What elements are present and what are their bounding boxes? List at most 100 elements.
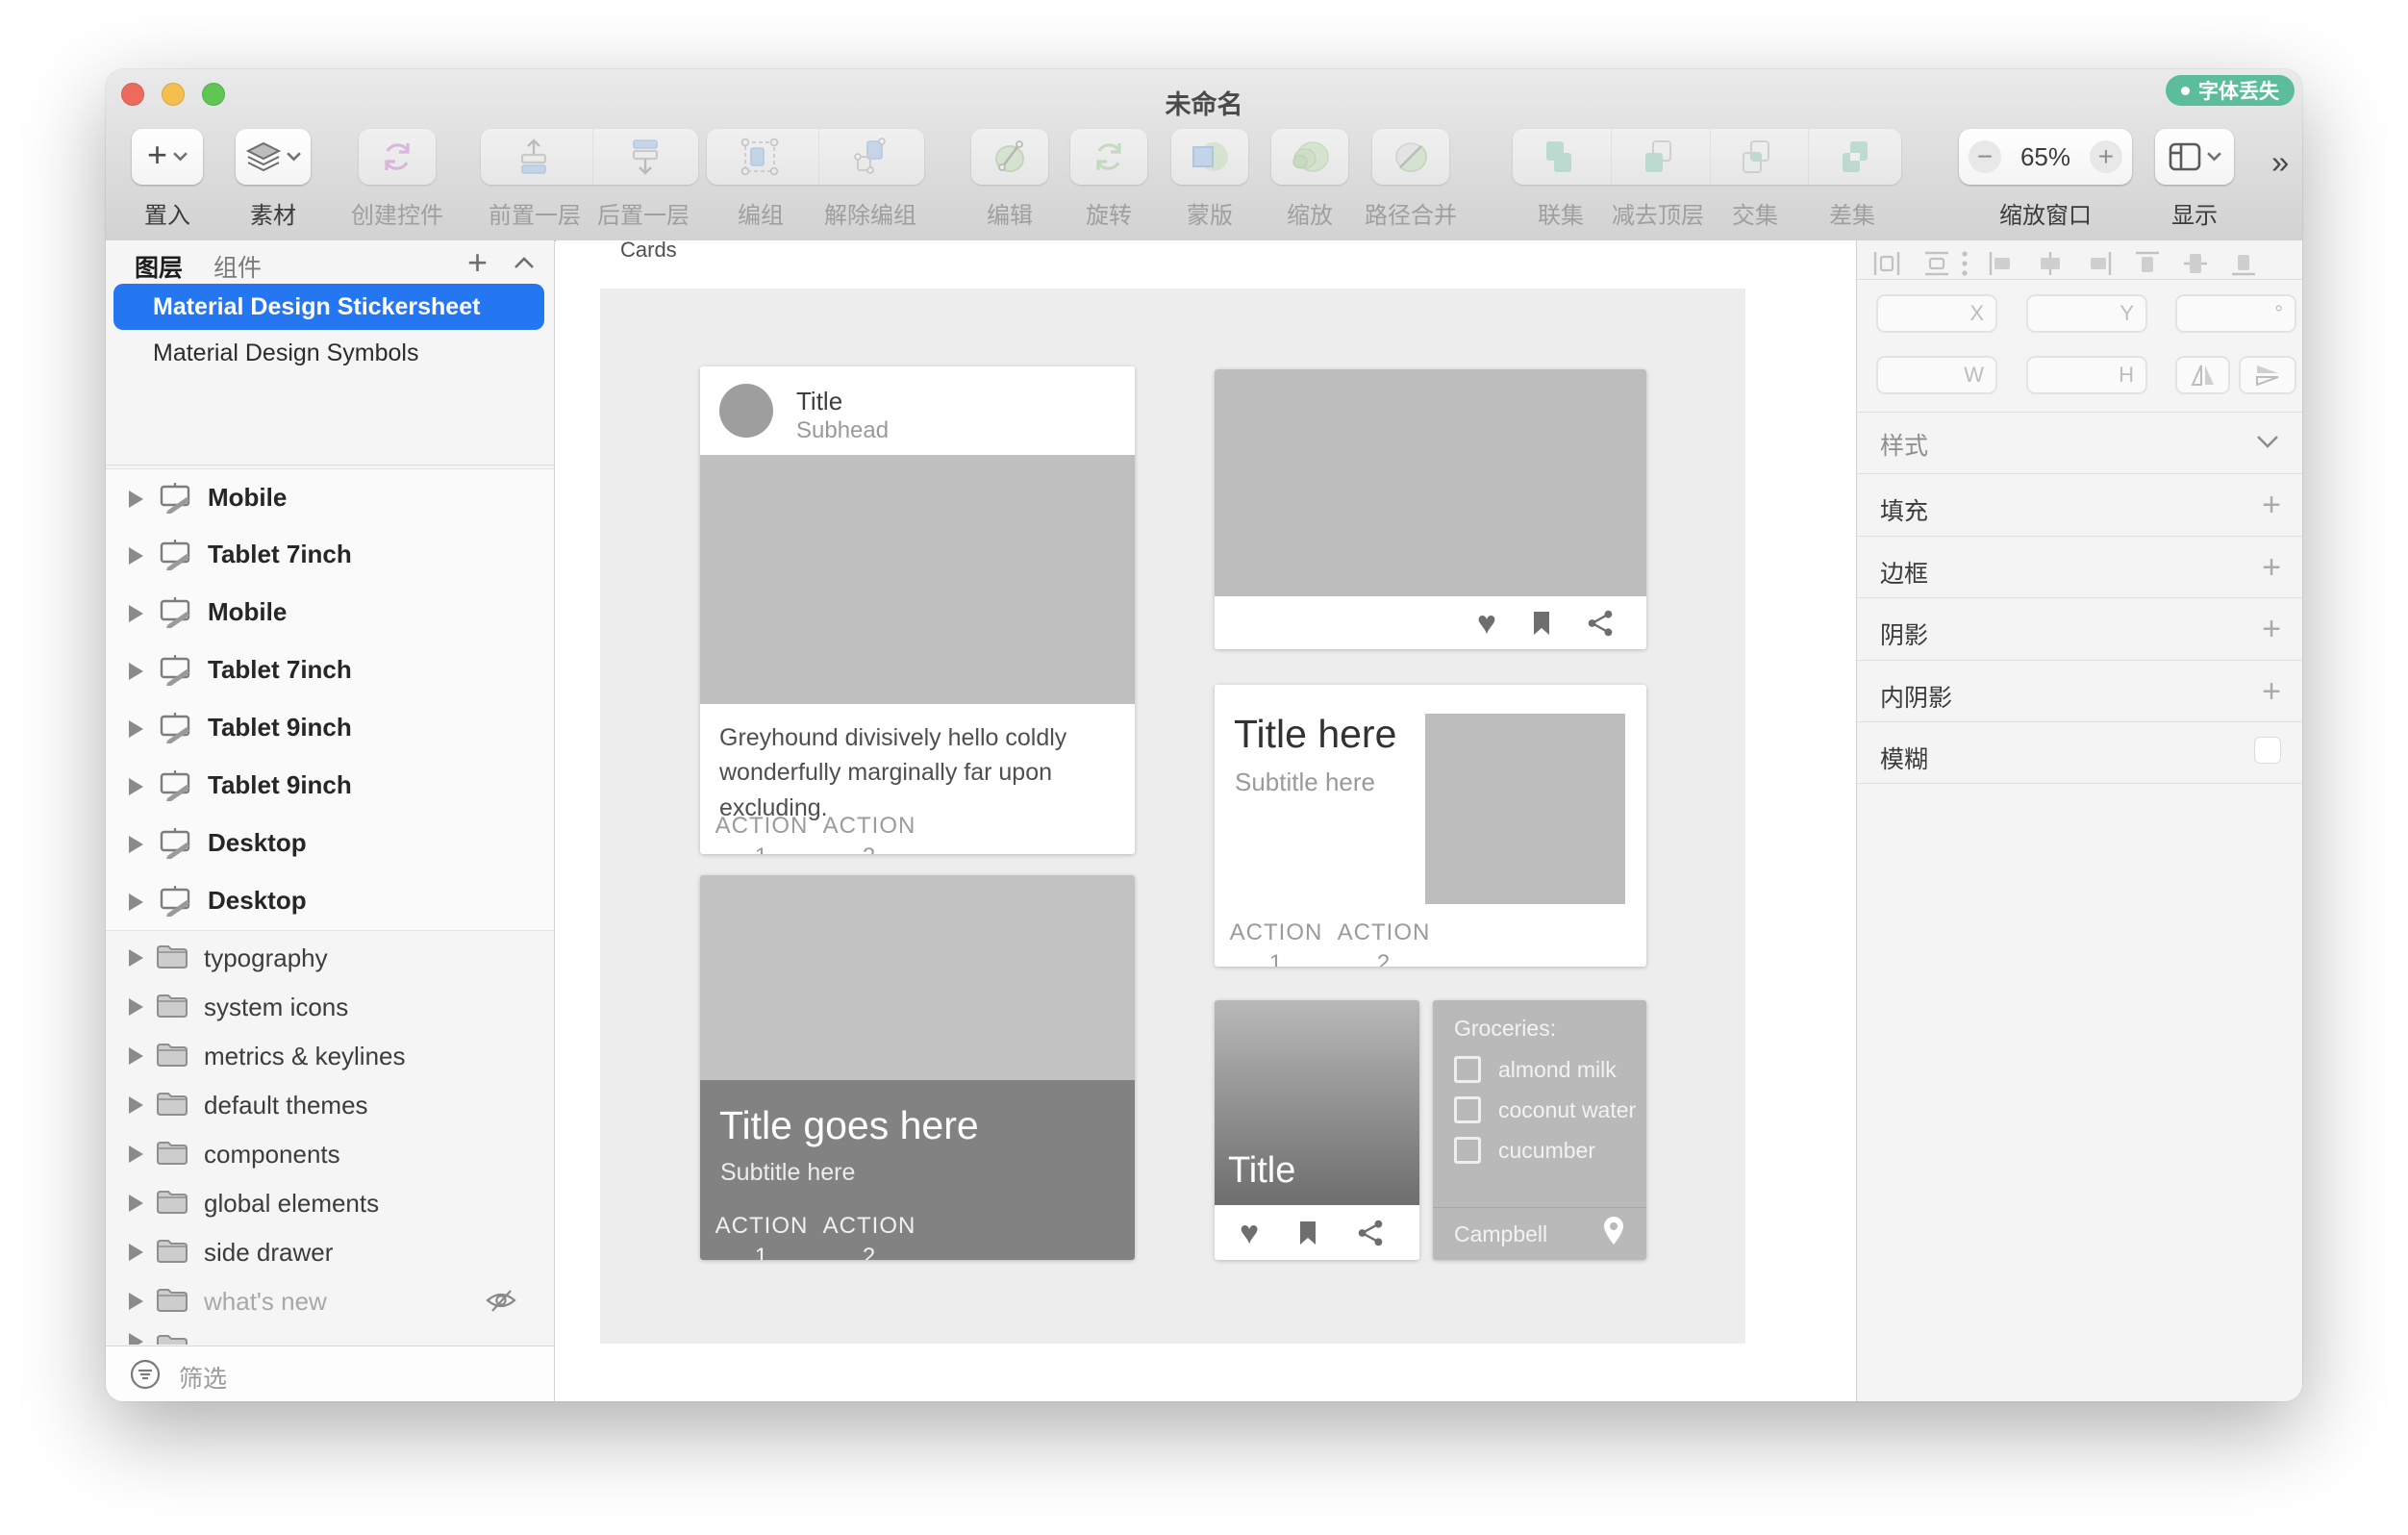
layer-row-folder[interactable]: system icons (106, 982, 554, 1031)
card-title-image[interactable]: Title here Subtitle here ACTION 1 ACTION… (1215, 685, 1646, 967)
bring-forward-button[interactable] (481, 129, 587, 185)
insert-button[interactable]: + (132, 129, 203, 185)
page-item-selected[interactable]: Material Design Stickersheet (113, 284, 544, 330)
align-right-icon[interactable] (2084, 250, 2113, 277)
zoom-level[interactable]: 65% (2020, 142, 2070, 172)
rotation-field[interactable]: ° (2175, 294, 2296, 333)
union-button[interactable] (1513, 129, 1605, 185)
disclosure-triangle-icon[interactable] (129, 778, 143, 795)
disclosure-triangle-icon[interactable] (129, 836, 143, 853)
layer-row-artboard[interactable]: Desktop (106, 872, 554, 931)
layer-row-folder[interactable]: default themes (106, 1080, 554, 1129)
view-button[interactable] (2155, 129, 2234, 185)
disclosure-triangle-icon[interactable] (129, 547, 143, 565)
width-field[interactable]: W (1876, 356, 1997, 394)
edit-button[interactable] (971, 129, 1048, 185)
layer-row-artboard[interactable]: Tablet 9inch (106, 757, 554, 816)
rotate-button[interactable] (1070, 129, 1147, 185)
distribute-vertical-icon[interactable] (1922, 250, 1951, 277)
distribute-horizontal-icon[interactable] (1872, 250, 1901, 277)
intersect-button[interactable] (1709, 129, 1803, 185)
layer-row-folder[interactable]: global elements (106, 1178, 554, 1227)
layer-row-artboard[interactable]: Tablet 7inch (106, 642, 554, 700)
layer-row-folder[interactable]: side drawer (106, 1227, 554, 1276)
align-bottom-icon[interactable] (2230, 250, 2257, 277)
add-shadow-button[interactable]: + (2262, 613, 2281, 645)
zoom-out-button[interactable]: − (1969, 140, 2001, 173)
layer-row-artboard[interactable]: Mobile (106, 584, 554, 642)
subtract-button[interactable] (1610, 129, 1704, 185)
more-options-icon[interactable] (1961, 250, 1969, 277)
disclosure-triangle-icon[interactable] (129, 998, 143, 1016)
flatten-paths-button[interactable] (1372, 129, 1449, 185)
tab-components[interactable]: 组件 (213, 249, 262, 284)
align-left-icon[interactable] (1988, 250, 2017, 277)
layer-row-artboard[interactable]: Mobile (106, 468, 554, 528)
collapse-pages-icon[interactable] (514, 256, 535, 269)
disclosure-triangle-icon[interactable] (129, 1096, 143, 1114)
flip-vertical-button[interactable] (2239, 356, 2296, 394)
disclosure-triangle-icon[interactable] (129, 491, 143, 508)
layer-label: Tablet 7inch (208, 540, 352, 568)
blur-checkbox[interactable] (2254, 737, 2281, 764)
layer-row-artboard[interactable]: Desktop (106, 815, 554, 873)
disclosure-triangle-icon[interactable] (129, 720, 143, 738)
add-fill-button[interactable]: + (2262, 489, 2281, 521)
group-button[interactable] (707, 129, 813, 185)
tab-layers[interactable]: 图层 (135, 249, 183, 284)
x-field[interactable]: X (1876, 294, 1997, 333)
disclosure-triangle-icon[interactable] (129, 893, 143, 911)
disclosure-triangle-icon[interactable] (129, 663, 143, 680)
disclosure-triangle-icon[interactable] (129, 1195, 143, 1212)
toolbar-overflow-button[interactable]: » (2271, 144, 2289, 181)
ungroup-button[interactable] (817, 129, 925, 185)
window-chrome: 未命名 字体丢失 + − 65% + » 置入 素材 创建控件 前置一层 后置一… (106, 69, 2302, 241)
add-page-button[interactable]: + (467, 242, 488, 283)
badge-dot-icon (2181, 86, 2190, 95)
layer-row-artboard[interactable]: Tablet 7inch (106, 526, 554, 585)
flip-horizontal-button[interactable] (2175, 356, 2230, 394)
layer-row-folder[interactable]: typography (106, 933, 554, 982)
disclosure-triangle-icon[interactable] (129, 1145, 143, 1163)
card-media-placeholder (1425, 714, 1625, 904)
scale-button[interactable] (1271, 129, 1348, 185)
card-media-text[interactable]: Title Subhead Greyhound divisively hello… (700, 366, 1135, 854)
eye-hidden-icon[interactable] (485, 1288, 517, 1314)
layer-row-folder[interactable]: metrics & keylines (106, 1031, 554, 1080)
disclosure-triangle-icon[interactable] (129, 1244, 143, 1261)
difference-button[interactable] (1808, 129, 1901, 185)
create-symbol-button[interactable] (359, 129, 436, 185)
card-dark-overlay[interactable]: Title goes here Subtitle here ACTION 1 A… (700, 875, 1135, 1260)
disclosure-triangle-icon[interactable] (129, 1293, 143, 1310)
add-inner-shadow-button[interactable]: + (2262, 675, 2281, 708)
align-top-icon[interactable] (2134, 250, 2161, 277)
filter-input[interactable]: 筛选 (179, 1360, 227, 1395)
zoom-in-button[interactable]: + (2089, 140, 2122, 173)
card-small-title[interactable]: Title ♥ (1215, 1000, 1419, 1260)
page-item[interactable]: Material Design Symbols (153, 340, 419, 367)
align-center-horizontal-icon[interactable] (2036, 250, 2065, 277)
card-groceries[interactable]: Groceries: almond milk coconut water cuc… (1433, 1000, 1646, 1260)
disclosure-triangle-icon[interactable] (129, 949, 143, 967)
chevron-down-icon[interactable] (2256, 435, 2279, 449)
mask-button[interactable] (1171, 129, 1248, 185)
canvas[interactable]: Cards Title Subhead Greyhound divisively… (556, 238, 1856, 1401)
toolbar-label: 编组 (738, 203, 784, 229)
checkbox-icon (1454, 1096, 1481, 1123)
layer-row-folder[interactable]: components (106, 1129, 554, 1178)
layer-row-artboard[interactable]: Tablet 9inch (106, 699, 554, 758)
assets-button[interactable] (236, 129, 311, 185)
folder-icon (157, 1142, 188, 1165)
filter-bar: 筛选 (106, 1346, 554, 1401)
y-field[interactable]: Y (2026, 294, 2147, 333)
add-border-button[interactable]: + (2262, 551, 2281, 584)
card-media-actions[interactable]: ♥ (1215, 369, 1646, 649)
height-field[interactable]: H (2026, 356, 2147, 394)
disclosure-triangle-icon[interactable] (129, 605, 143, 622)
font-missing-badge[interactable]: 字体丢失 (2166, 75, 2295, 106)
disclosure-triangle-icon[interactable] (129, 1047, 143, 1065)
align-middle-vertical-icon[interactable] (2182, 250, 2209, 277)
artboard-title[interactable]: Cards (620, 238, 677, 263)
layer-row-folder-hidden[interactable]: what's new (106, 1276, 554, 1325)
send-backward-button[interactable] (591, 129, 699, 185)
